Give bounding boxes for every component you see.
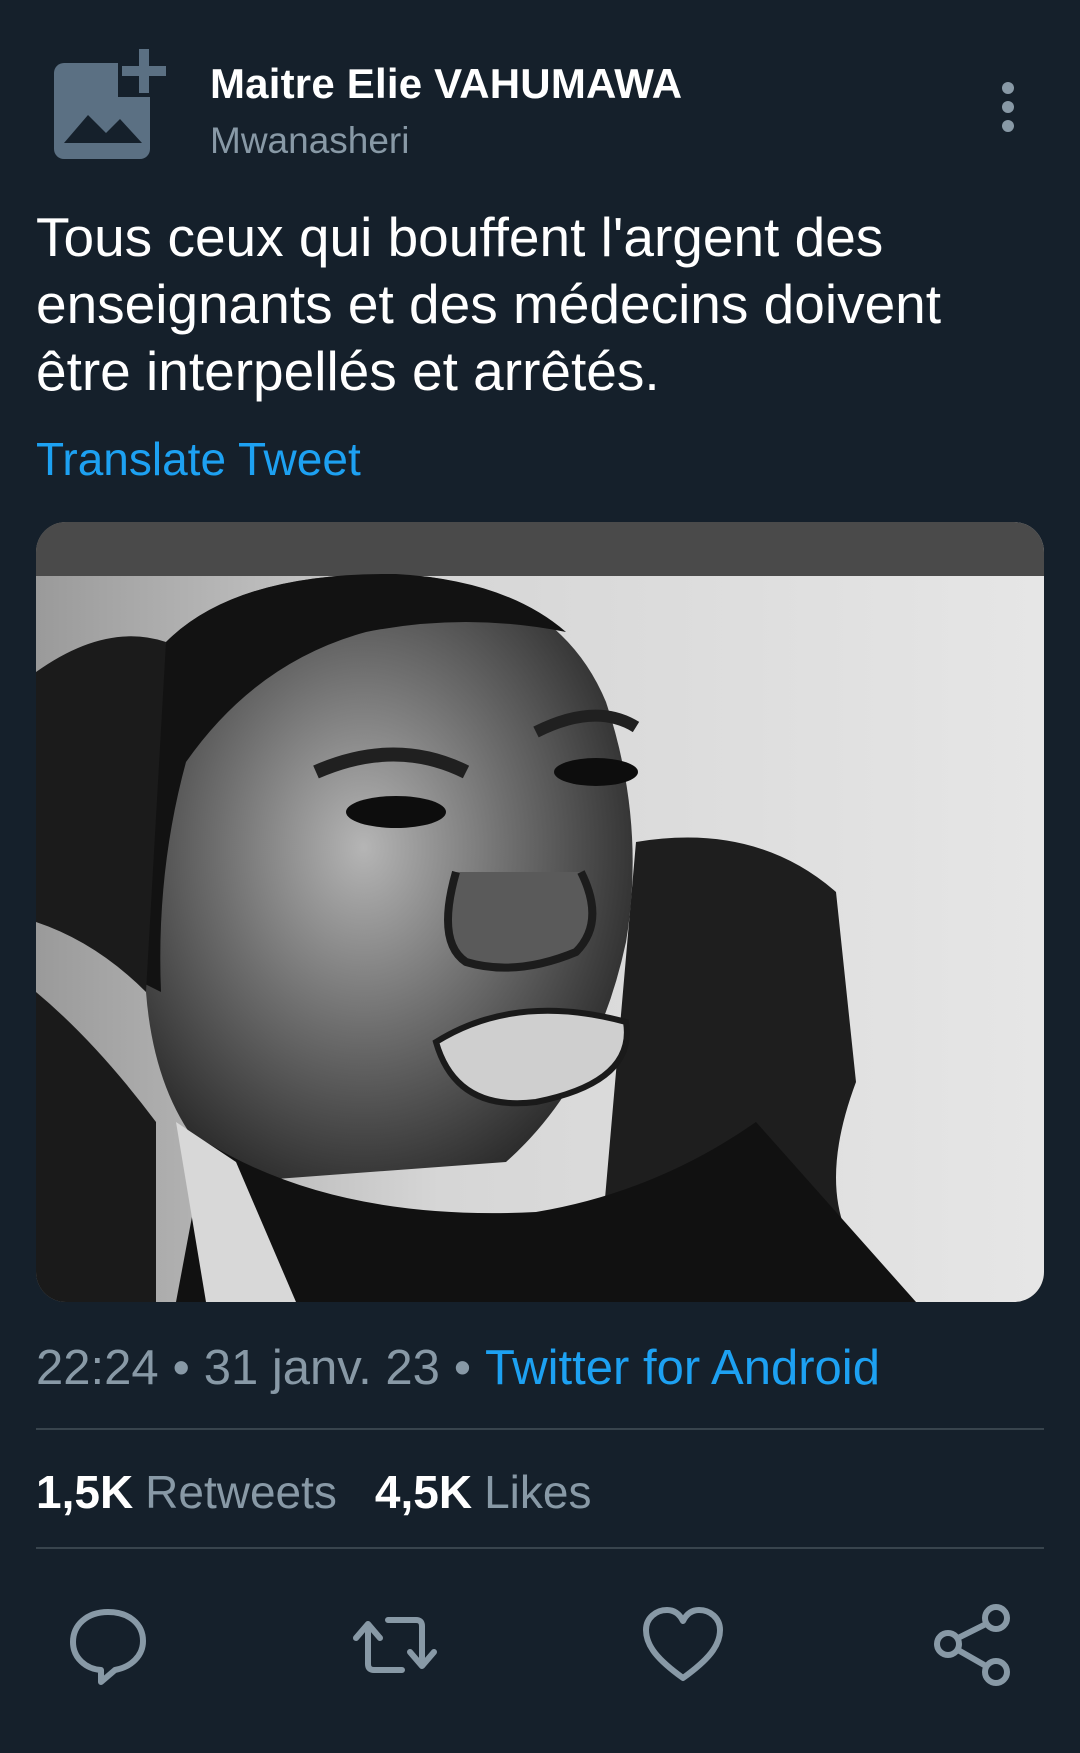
- retweets-count: 1,5K: [36, 1466, 134, 1518]
- tweet-time: 22:24: [36, 1341, 159, 1395]
- author-name[interactable]: Maitre Elie VAHUMAWA: [210, 60, 682, 108]
- reply-icon: [70, 1609, 146, 1685]
- author-handle[interactable]: Mwanasheri: [210, 120, 409, 162]
- more-vertical-icon: [1002, 82, 1014, 132]
- retweet-button[interactable]: [350, 1600, 440, 1690]
- heart-icon: [643, 1607, 723, 1681]
- retweet-icon: [353, 1617, 437, 1673]
- likes-label: Likes: [484, 1466, 592, 1518]
- retweets-label: Retweets: [145, 1466, 337, 1518]
- more-options-button[interactable]: [990, 78, 1030, 138]
- retweets-stat[interactable]: 1,5K Retweets: [36, 1466, 375, 1518]
- tweet-date: 31 janv. 23: [203, 1341, 440, 1395]
- avatar[interactable]: [50, 45, 170, 165]
- separator: •: [172, 1341, 190, 1395]
- tweet-source-link[interactable]: Twitter for Android: [485, 1341, 880, 1395]
- tweet-stats: 1,5K Retweets 4,5K Likes: [36, 1465, 629, 1519]
- divider: [36, 1428, 1044, 1430]
- tweet-photo[interactable]: [36, 522, 1044, 1302]
- share-icon: [934, 1604, 1010, 1686]
- likes-stat[interactable]: 4,5K Likes: [375, 1466, 630, 1518]
- tweet-header: Maitre Elie VAHUMAWA Mwanasheri: [0, 0, 1080, 190]
- separator: •: [453, 1341, 472, 1395]
- like-button[interactable]: [638, 1600, 728, 1690]
- share-button[interactable]: [928, 1600, 1018, 1690]
- divider: [36, 1547, 1044, 1549]
- tweet-text: Tous ceux qui bouffent l'argent des ense…: [36, 206, 942, 402]
- likes-count: 4,5K: [374, 1466, 473, 1518]
- reply-button[interactable]: [63, 1600, 153, 1690]
- tweet-actions: [0, 1600, 1080, 1690]
- add-image-icon: [54, 45, 170, 159]
- portrait-photo: [36, 522, 1044, 1302]
- translate-tweet-link[interactable]: Translate Tweet: [36, 432, 361, 486]
- tweet-meta: 22:24 • 31 janv. 23 • Twitter for Android: [36, 1340, 880, 1396]
